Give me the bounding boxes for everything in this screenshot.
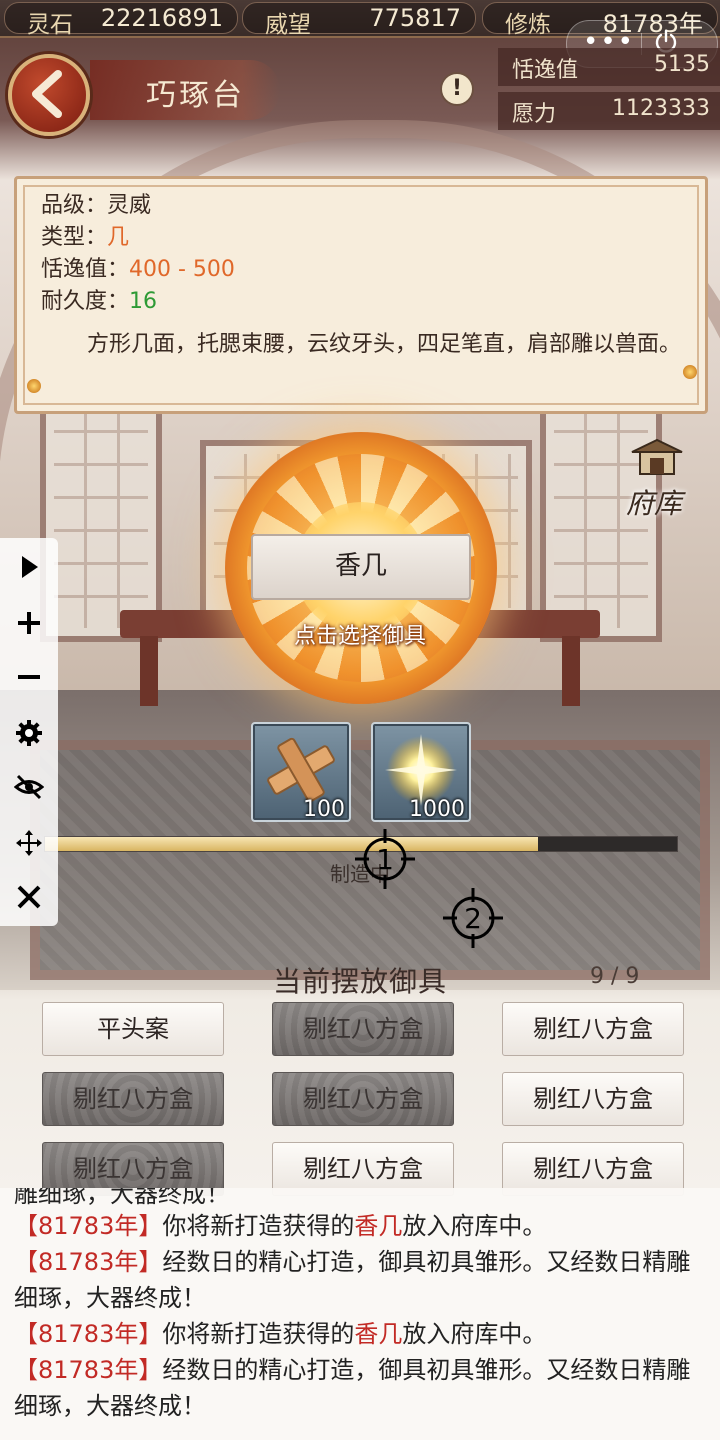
- storage-button[interactable]: 府库: [622, 438, 692, 528]
- material-count: 1000: [409, 797, 465, 822]
- stat-value: 775817: [369, 4, 461, 32]
- placed-items-count: 9 / 9: [590, 964, 640, 989]
- placed-item-slot[interactable]: 剔红八方盒: [502, 1002, 684, 1056]
- move-icon[interactable]: [14, 828, 44, 858]
- log-year: 【81783年】: [14, 1320, 163, 1348]
- log-entry: 【81783年】你将新打造获得的香几放入府库中。: [14, 1316, 714, 1352]
- grade-value: 灵威: [107, 193, 152, 218]
- log-entry: 【81783年】你将新打造获得的香几放入府库中。: [14, 1208, 714, 1244]
- corner-ornament: [27, 379, 41, 393]
- placed-item-slot[interactable]: 平头案: [42, 1002, 224, 1056]
- stat-value: 22216891: [100, 4, 223, 32]
- log-text: 你将新打造获得的: [162, 1320, 355, 1348]
- durability-row: 耐久度：16: [41, 283, 157, 315]
- stat-label: 修炼: [505, 12, 551, 38]
- log-text: 放入府库中。: [402, 1212, 547, 1240]
- log-year: 【81783年】: [14, 1248, 163, 1276]
- background-desk-leg: [562, 636, 580, 706]
- storehouse-icon: [631, 438, 683, 475]
- resource-wish-power: 愿力 1123333: [498, 92, 720, 130]
- log-truncated-line: 雕细琢，大器终成！: [14, 1188, 230, 1208]
- type-label: 类型：: [41, 225, 108, 250]
- close-icon[interactable]: [14, 882, 44, 912]
- zoom-out-icon[interactable]: [14, 662, 44, 692]
- durability-label: 耐久度：: [41, 289, 130, 314]
- stat-label: 灵石: [27, 12, 73, 38]
- log-item: 香几: [354, 1320, 403, 1348]
- log-text: 你将新打造获得的: [162, 1212, 355, 1240]
- stat-label: 威望: [265, 12, 311, 38]
- comfort-label: 恬逸值：: [41, 257, 130, 282]
- comfort-value: 400 - 500: [129, 257, 235, 282]
- play-icon[interactable]: [14, 552, 44, 582]
- placed-item-slot[interactable]: 剔红八方盒: [272, 1072, 454, 1126]
- item-info-panel: 品级：灵威 类型：几 恬逸值：400 - 500 耐久度：16 方形几面，托腮束…: [14, 176, 708, 414]
- resource-label: 恬逸值: [512, 58, 579, 83]
- info-warning-icon[interactable]: !: [440, 72, 474, 106]
- log-text: 放入府库中。: [402, 1320, 547, 1348]
- grade-row: 品级：灵威: [41, 187, 151, 219]
- selected-item-button[interactable]: 香几: [251, 534, 471, 600]
- crosshair-number: 2: [464, 902, 482, 935]
- resource-comfort: 恬逸值 5135: [498, 48, 720, 86]
- resource-value: 1123333: [612, 96, 710, 121]
- settings-icon[interactable]: [14, 718, 44, 748]
- crafting-progress-fill: [45, 837, 538, 851]
- floating-toolbar: [0, 538, 58, 926]
- log-year: 【81783年】: [14, 1212, 163, 1240]
- page-title: 巧琢台: [146, 78, 245, 113]
- type-row: 类型：几: [41, 219, 129, 251]
- material-count: 100: [303, 797, 345, 822]
- log-entry: 【81783年】经数日的精心打造，御具初具雏形。又经数日精雕细琢，大器终成！: [14, 1352, 714, 1424]
- storage-label: 府库: [626, 487, 683, 520]
- placed-item-slot[interactable]: 剔红八方盒: [272, 1002, 454, 1056]
- placed-item-slot[interactable]: 剔红八方盒: [42, 1072, 224, 1126]
- background-desk-leg: [140, 636, 158, 706]
- zoom-in-icon[interactable]: [14, 608, 44, 638]
- placed-item-slot[interactable]: 剔红八方盒: [502, 1072, 684, 1126]
- back-button[interactable]: [8, 54, 90, 136]
- durability-value: 16: [129, 289, 158, 314]
- corner-ornament: [683, 365, 697, 379]
- resource-value: 5135: [654, 52, 710, 77]
- select-tool-hint[interactable]: 点击选择御具: [260, 618, 460, 650]
- log-item: 香几: [354, 1212, 403, 1240]
- material-slot-wood[interactable]: 100: [251, 722, 351, 822]
- grade-label: 品级：: [41, 193, 108, 218]
- item-description: 方形几面，托腮束腰，云纹牙头，四足笔直，肩部雕以兽面。: [87, 332, 682, 357]
- hide-icon[interactable]: [14, 772, 44, 802]
- resource-label: 愿力: [512, 102, 557, 127]
- background-window: [40, 400, 162, 642]
- stat-spirit-stone: 灵石 22216891: [4, 2, 238, 38]
- crosshair-marker-1[interactable]: 1: [355, 829, 415, 889]
- log-entry: 【81783年】经数日的精心打造，御具初具雏形。又经数日精雕细琢，大器终成！: [14, 1244, 714, 1316]
- comfort-row: 恬逸值：400 - 500: [41, 251, 235, 283]
- crosshair-marker-2[interactable]: 2: [443, 888, 503, 948]
- stat-prestige: 威望 775817: [242, 2, 476, 38]
- back-arrow-icon: [32, 70, 62, 118]
- crosshair-number: 1: [376, 843, 394, 876]
- event-log: 雕细琢，大器终成！ 【81783年】你将新打造获得的香几放入府库中。 【8178…: [0, 1188, 720, 1440]
- placed-items-title: 当前摆放御具: [272, 965, 447, 998]
- material-slot-light[interactable]: 1000: [371, 722, 471, 822]
- type-value: 几: [107, 225, 130, 250]
- log-year: 【81783年】: [14, 1356, 163, 1384]
